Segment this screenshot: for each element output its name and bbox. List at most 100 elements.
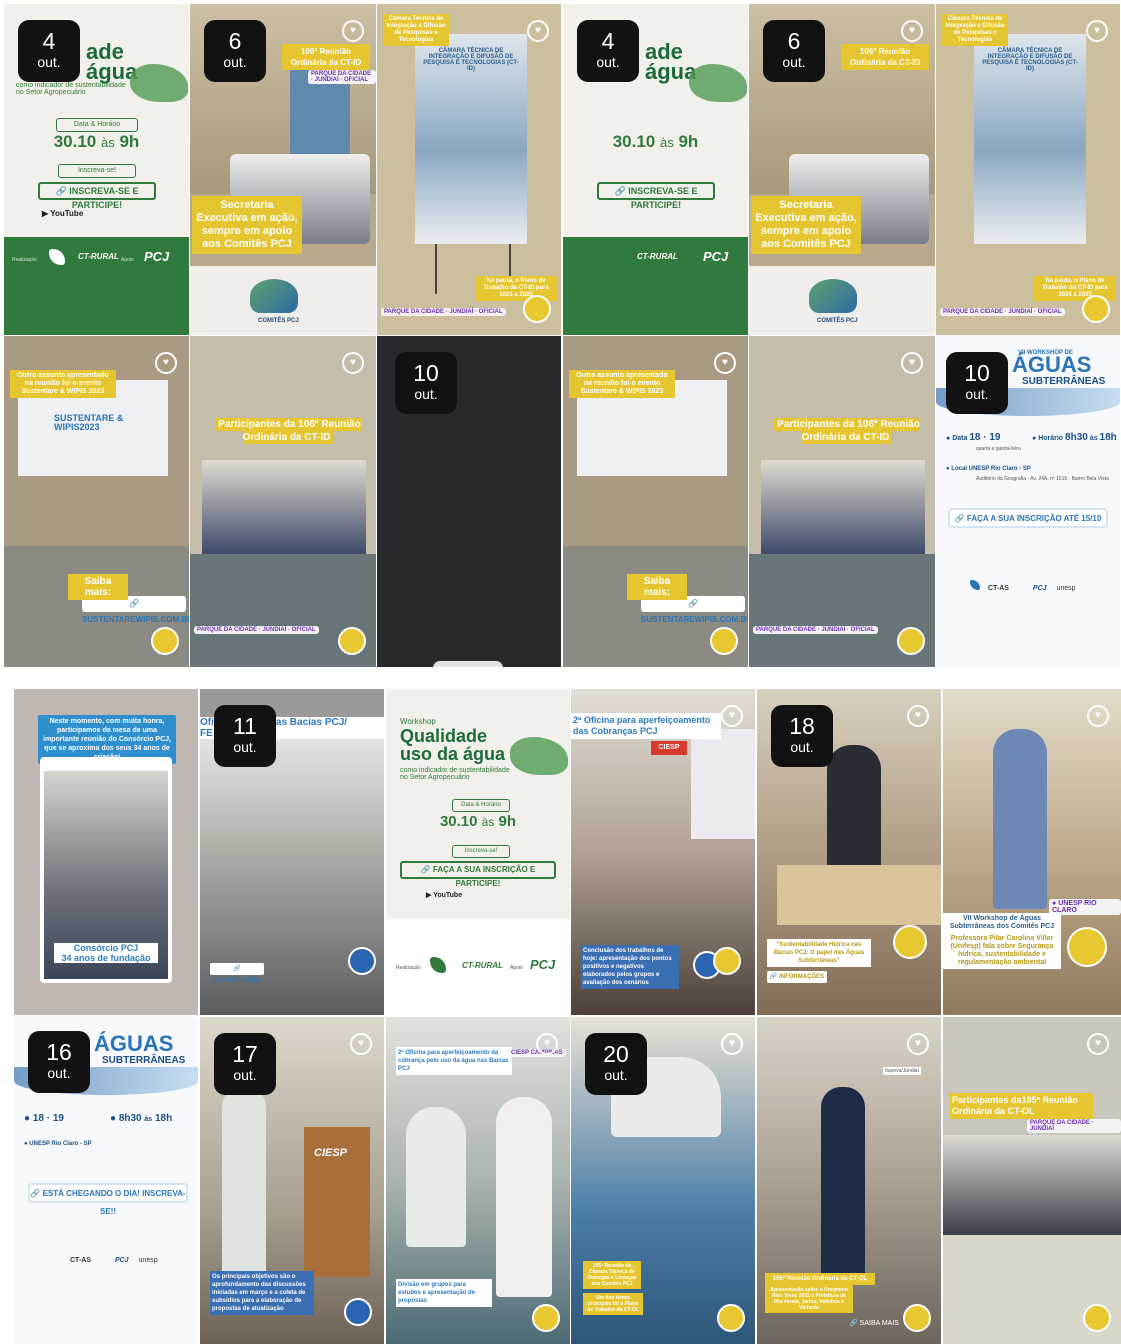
pcj-logo-label: COMITÊS PCJ — [258, 318, 299, 324]
register-button[interactable]: 🔗 FAÇA A SUA INSCRIÇÃO E PARTICIPE! — [400, 861, 556, 888]
link-icon: 🔗 — [129, 599, 139, 608]
story-caption-2: Um dos temas principais foi o Plano de T… — [583, 1293, 643, 1315]
location-sticker[interactable]: PARQUE DA CIDADE · JUNDIAÍ · OFICIAL — [753, 626, 878, 634]
story-tile-sustentabilidade[interactable]: 18out. "Sustentabilidade Hídrica nas Bac… — [757, 689, 941, 1015]
location-sticker[interactable]: PARQUE DA CIDADE · JUNDIAÍ · OFICIAL — [381, 308, 506, 316]
heart-icon[interactable] — [721, 1033, 743, 1055]
story-tile-aguas-subterraneas[interactable]: 10 out. VII WORKSHOP DE ÁGUAS SUBTERRÂNEA… — [936, 336, 1120, 667]
register-button[interactable]: 🔗 INSCREVA-SE E PARTICIPE! — [38, 182, 156, 210]
person-standing — [827, 745, 881, 875]
location-sticker[interactable]: PARQUE DA CIDADE · JUNDIAÍ · OFICIAL — [308, 70, 376, 84]
story-tile-loading[interactable]: 10 out. — [377, 336, 561, 667]
location-sticker[interactable]: PARQUE DA CIDADE · JUNDIAÍ · OFICIAL — [194, 626, 319, 634]
location-sticker[interactable]: CIESP CAMPINAS — [508, 1049, 566, 1057]
ciesp-sign-label: CIESP — [658, 744, 680, 751]
sponsor-bar: CT-RURAL PCJ — [563, 237, 748, 335]
heart-icon[interactable] — [350, 1033, 372, 1055]
ciesp-sign: CIESP — [651, 741, 687, 755]
story-tile-aguas-chegando[interactable]: 16 out. ÁGUAS SUBTERRÂNEAS ● 18 · 19 ● 8h… — [14, 1017, 198, 1344]
story-tile-ctol-presentation[interactable]: Itupeva/Jundiaí 105ª Reunião Ordinária d… — [757, 1017, 941, 1344]
sponsor-realizacao: Realização — [396, 965, 421, 971]
date-label: Data & Horário — [452, 799, 510, 812]
caption-consorcio: Consórcio PCJ 34 anos de fundação — [54, 943, 158, 963]
story-tile-workshop[interactable]: 4 out. ade água 30.10 às 9h 🔗 INSCREVA-SE … — [563, 4, 748, 335]
story-tile-ctol-participants[interactable]: Participantes da105ª Reunião Ordinária d… — [943, 1017, 1121, 1344]
heart-icon[interactable] — [155, 352, 177, 374]
heart-icon[interactable] — [901, 20, 923, 42]
story-tile-workshop-qualidade[interactable]: Workshop Qualidade uso da água como indic… — [386, 689, 570, 1015]
pcj-logo-icon — [250, 279, 298, 313]
heart-icon[interactable] — [714, 352, 736, 374]
story-caption-bottom: "Sustentabilidade Hídrica nas Bacias PCJ… — [767, 939, 871, 967]
story-caption-top: 106ª Reunião Ordinária da CT-ID — [841, 44, 929, 70]
heart-icon[interactable] — [1087, 1033, 1109, 1055]
story-tile-unesp-speaker[interactable]: ● UNESP RIO CLARO VII Workshop de Águas … — [943, 689, 1121, 1015]
ct-logo-icon — [49, 249, 65, 265]
story-tile-oficina-cobrancas[interactable]: CIESP 2ª Oficina para aperfeiçoamento da… — [571, 689, 755, 1015]
story-caption-top: 2ª Oficina para aperfeiçoamento da cobra… — [396, 1047, 512, 1075]
info-link[interactable]: 🔗 INFORMAÇÕES — [210, 963, 264, 984]
location-sticker[interactable]: PARQUE DA CIDADE · JUNDIAÍ — [1027, 1119, 1121, 1133]
pcj-logo-label: COMITÊS PCJ — [817, 318, 858, 324]
story-tile-participants[interactable]: Participantes da 106ª Reunião Ordinária … — [749, 336, 935, 667]
story-tile-sustentare[interactable]: Outro assunto apresentado na reunião foi… — [563, 336, 748, 667]
saiba-mais-link[interactable]: 🔗 SAIBA MAIS — [849, 1319, 899, 1327]
heart-icon[interactable] — [907, 1033, 929, 1055]
heart-icon[interactable] — [342, 20, 364, 42]
date-badge: 10 out. — [946, 352, 1008, 414]
story-tile-divisao-grupos[interactable]: 2ª Oficina para aperfeiçoamento da cobra… — [386, 1017, 570, 1344]
podium-label: CIESP — [314, 1147, 348, 1159]
seal-sticker-icon — [338, 627, 366, 655]
link-icon: 🔗 — [849, 1320, 858, 1327]
register-button[interactable]: 🔗 FAÇA A SUA INSCRIÇÃO ATÉ 15/10 — [948, 508, 1108, 528]
seal-sticker-icon — [893, 925, 927, 959]
youtube-label: ▶ YouTube — [42, 209, 84, 218]
bottom-handle — [433, 661, 503, 667]
story-tile-ctid-meeting[interactable]: 6out. 106ª Reunião Ordinária da CT-ID Se… — [749, 4, 935, 335]
seal-sticker-icon — [713, 947, 741, 975]
water-splash — [130, 64, 188, 102]
group-photo — [943, 1135, 1121, 1235]
story-tile-workshop[interactable]: 4 out. ade água como indicador de sustenta… — [4, 4, 189, 335]
sponsor-bar: Realização CT-RURAL Apoio PCJ — [4, 237, 189, 335]
register-button[interactable]: 🔗 INSCREVA-SE E PARTICIPE! — [597, 182, 715, 210]
info-link[interactable]: 🔗 INFORMAÇÕES — [767, 971, 827, 983]
story-tile-consorcio[interactable]: Neste momento, com muita honra, particip… — [14, 689, 198, 1015]
aguas-title: ÁGUAS — [1012, 352, 1092, 377]
speaker-figure — [993, 729, 1047, 909]
story-tile-ctid-meeting[interactable]: 6out. 106ª Reunião Ordinária da CT-ID PA… — [190, 4, 376, 335]
story-tile-banner[interactable]: Câmara Técnica de Integração e Difusão d… — [936, 4, 1120, 335]
date-badge: 4 out. — [18, 20, 80, 82]
seal-sticker-icon — [1083, 1304, 1111, 1332]
sponsor-row: CT-AS PCJ unesp — [944, 580, 1112, 598]
story-tile-oficina[interactable]: 11 out. Ofi as Bacias PCJ/FE 🔗 INFORMAÇÕES — [200, 689, 384, 1015]
story-tile-participants[interactable]: Participantes da 106ª Reunião Ordinária … — [190, 336, 376, 667]
heart-icon[interactable] — [342, 352, 364, 374]
seal-sticker-icon — [1067, 927, 1107, 967]
workshop-subtitle: como indicador de sustentabilidade no Se… — [16, 82, 126, 96]
heart-icon[interactable] — [721, 705, 743, 727]
story-tile-banner[interactable]: Câmara Técnica de Integração e Difusão d… — [377, 4, 561, 335]
pcj-sticker-icon — [344, 1298, 372, 1326]
youtube-label: ▶ YouTube — [426, 892, 463, 899]
location-caption: Itupeva/Jundiaí — [883, 1067, 921, 1075]
seal-sticker-icon — [1082, 295, 1110, 323]
screen-text: SUSTENTARE & WIPIS2023 — [54, 413, 124, 432]
story-tile-ctol-meeting[interactable]: 20out. 105ª Reunião da Câmara Técnica de… — [571, 1017, 755, 1344]
address: Auditório da Geografia - Av. 24A, nº 151… — [976, 476, 1109, 482]
seal-sticker-icon — [151, 627, 179, 655]
story-tile-ciesp-speaker[interactable]: CIESP 17out. Os principais objetivos são… — [200, 1017, 384, 1344]
register-button[interactable]: 🔗 ESTÁ CHEGANDO O DIA! INSCREVA-SE!! — [28, 1183, 188, 1216]
heart-icon[interactable] — [527, 20, 549, 42]
speaker-figure — [821, 1087, 865, 1277]
pcj-logo: PCJ — [530, 957, 556, 972]
heart-icon[interactable] — [1087, 705, 1109, 727]
link-icon: 🔗 — [769, 974, 778, 980]
heart-icon[interactable] — [907, 705, 929, 727]
heart-icon[interactable] — [1086, 20, 1108, 42]
story-tile-sustentare[interactable]: SUSTENTARE & WIPIS2023 Outro assunto apr… — [4, 336, 189, 667]
local-row: ● UNESP Rio Claro - SP — [24, 1141, 92, 1147]
heart-icon[interactable] — [901, 352, 923, 374]
heart-icon[interactable] — [536, 1033, 558, 1055]
location-sticker[interactable]: PARQUE DA CIDADE · JUNDIAÍ · OFICIAL — [940, 308, 1065, 316]
